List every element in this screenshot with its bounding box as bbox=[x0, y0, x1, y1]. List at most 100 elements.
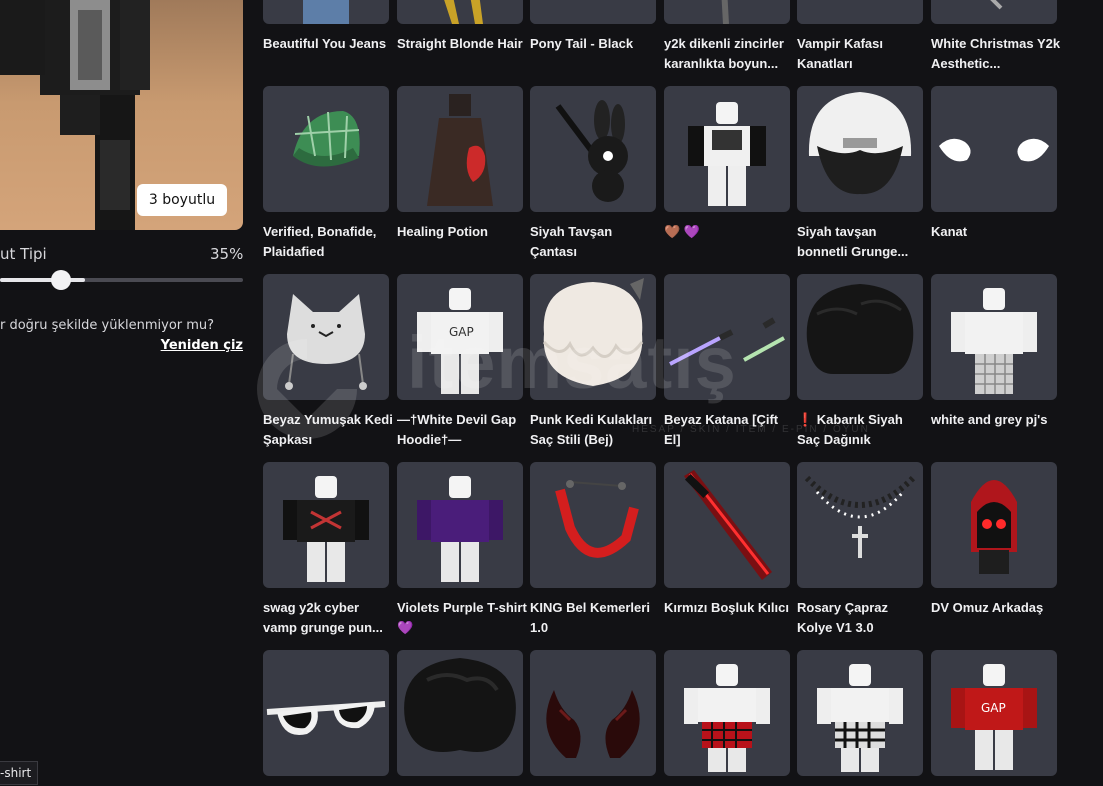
item-card[interactable]: Beyaz Yumuşak Kedi Şapkası bbox=[263, 274, 393, 450]
item-card[interactable]: Beyaz Katana [Çift El] bbox=[664, 274, 790, 450]
item-name[interactable]: Punk Kedi Kulakları Saç Stili (Bej) bbox=[530, 410, 660, 450]
hoodie-icon: GAP bbox=[417, 288, 503, 394]
item-name[interactable]: Pony Tail - Black bbox=[530, 34, 660, 54]
item-name[interactable]: Verified, Bonafide, Plaidafied bbox=[263, 222, 393, 262]
item-name[interactable]: Vampir Kafası Kanatları bbox=[797, 34, 927, 74]
item-card[interactable] bbox=[397, 650, 523, 786]
item-thumbnail[interactable] bbox=[931, 86, 1057, 212]
item-thumbnail[interactable] bbox=[797, 274, 923, 400]
item-thumbnail[interactable] bbox=[263, 86, 389, 212]
item-card[interactable]: ❗ Kabarık Siyah Saç Dağınık bbox=[797, 274, 923, 450]
item-card[interactable]: Punk Kedi Kulakları Saç Stili (Bej) bbox=[530, 274, 656, 450]
item-name[interactable]: Kanat bbox=[931, 222, 1061, 242]
item-name[interactable]: y2k dikenli zincirler karanlıkta boyun..… bbox=[664, 34, 794, 74]
item-name[interactable]: Beyaz Katana [Çift El] bbox=[664, 410, 794, 450]
item-name[interactable]: Beautiful You Jeans bbox=[263, 34, 393, 54]
avatar-preview: 3 boyutlu bbox=[0, 0, 243, 230]
item-card[interactable]: GAP —†White Devil Gap Hoodie†— bbox=[397, 274, 523, 450]
item-name[interactable]: Siyah tavşan bonnetli Grunge... bbox=[797, 222, 927, 262]
item-card[interactable]: Kanat bbox=[931, 86, 1057, 242]
blonde-hair-icon bbox=[444, 0, 483, 24]
item-card[interactable]: Siyah tavşan bonnetli Grunge... bbox=[797, 86, 923, 262]
item-thumbnail[interactable] bbox=[530, 650, 656, 776]
red-plaid-skirt-icon bbox=[684, 664, 770, 772]
item-thumbnail[interactable] bbox=[263, 274, 389, 400]
slider-thumb[interactable] bbox=[50, 270, 71, 290]
item-thumbnail[interactable] bbox=[397, 0, 523, 24]
cat-hat-icon bbox=[285, 294, 367, 390]
item-name[interactable]: Healing Potion bbox=[397, 222, 527, 242]
item-card[interactable]: GAP bbox=[931, 650, 1057, 786]
item-thumbnail[interactable] bbox=[664, 462, 790, 588]
item-thumbnail[interactable] bbox=[530, 86, 656, 212]
item-card[interactable]: KING Bel Kemerleri 1.0 bbox=[530, 462, 656, 638]
item-card[interactable]: Healing Potion bbox=[397, 86, 523, 242]
item-name[interactable]: ❗ Kabarık Siyah Saç Dağınık bbox=[797, 410, 927, 450]
item-name[interactable]: swag y2k cyber vamp grunge pun... bbox=[263, 598, 393, 638]
item-thumbnail[interactable] bbox=[530, 462, 656, 588]
body-type-slider[interactable] bbox=[0, 278, 243, 282]
item-card[interactable] bbox=[664, 650, 790, 786]
item-card[interactable]: swag y2k cyber vamp grunge pun... bbox=[263, 462, 389, 638]
item-name[interactable]: Kırmızı Boşluk Kılıcı bbox=[664, 598, 794, 618]
item-name[interactable]: Rosary Çapraz Kolye V1 3.0 bbox=[797, 598, 927, 638]
redraw-link[interactable]: Yeniden çiz bbox=[161, 338, 243, 353]
bunny-bag-icon bbox=[555, 100, 628, 202]
item-card[interactable]: white and grey pj's bbox=[931, 274, 1057, 430]
item-name[interactable]: 🤎 💜 bbox=[664, 222, 794, 242]
item-thumbnail[interactable] bbox=[797, 0, 923, 24]
item-thumbnail[interactable] bbox=[664, 274, 790, 400]
item-card[interactable]: Siyah Tavşan Çantası bbox=[530, 86, 656, 262]
horns-icon bbox=[546, 690, 640, 758]
item-thumbnail[interactable] bbox=[397, 650, 523, 776]
item-card[interactable]: y2k dikenli zincirler karanlıkta boyun..… bbox=[664, 0, 790, 74]
item-thumbnail[interactable] bbox=[797, 86, 923, 212]
item-card[interactable]: Straight Blonde Hair bbox=[397, 0, 523, 54]
item-thumbnail[interactable] bbox=[263, 462, 389, 588]
item-thumbnail[interactable] bbox=[797, 462, 923, 588]
item-card[interactable] bbox=[263, 650, 389, 786]
item-thumbnail[interactable] bbox=[397, 462, 523, 588]
item-thumbnail[interactable] bbox=[263, 0, 389, 24]
item-thumbnail[interactable]: GAP bbox=[931, 650, 1057, 776]
avatar-shirt-icon bbox=[688, 102, 766, 206]
item-card[interactable]: Pony Tail - Black bbox=[530, 0, 656, 54]
item-thumbnail[interactable] bbox=[664, 86, 790, 212]
item-card[interactable]: Violets Purple T-shirt 💜 bbox=[397, 462, 527, 638]
item-card[interactable]: DV Omuz Arkadaş bbox=[931, 462, 1057, 618]
item-name[interactable]: white and grey pj's bbox=[931, 410, 1061, 430]
item-card[interactable]: Beautiful You Jeans bbox=[263, 0, 389, 54]
cat-ear-hair-icon bbox=[542, 278, 644, 386]
beanie-hair-icon bbox=[808, 92, 912, 195]
item-card[interactable]: Kırmızı Boşluk Kılıcı bbox=[664, 462, 790, 618]
item-name[interactable]: Siyah Tavşan Çantası bbox=[530, 222, 660, 262]
item-card[interactable]: Verified, Bonafide, Plaidafied bbox=[263, 86, 389, 262]
item-thumbnail[interactable] bbox=[931, 274, 1057, 400]
item-card[interactable]: 🤎 💜 bbox=[664, 86, 790, 242]
item-thumbnail[interactable] bbox=[797, 650, 923, 776]
item-name[interactable]: Beyaz Yumuşak Kedi Şapkası bbox=[263, 410, 393, 450]
item-name[interactable]: Straight Blonde Hair bbox=[397, 34, 527, 54]
item-name[interactable]: Violets Purple T-shirt 💜 bbox=[397, 598, 527, 638]
item-thumbnail[interactable] bbox=[263, 650, 389, 776]
item-name[interactable]: —†White Devil Gap Hoodie†— bbox=[397, 410, 527, 450]
item-card[interactable]: White Christmas Y2k Aesthetic... bbox=[931, 0, 1060, 74]
item-thumbnail[interactable] bbox=[530, 274, 656, 400]
item-name[interactable]: KING Bel Kemerleri 1.0 bbox=[530, 598, 660, 638]
item-thumbnail[interactable] bbox=[664, 0, 790, 24]
item-thumbnail[interactable] bbox=[931, 0, 1057, 24]
item-card[interactable] bbox=[797, 650, 923, 786]
item-card[interactable]: Vampir Kafası Kanatları bbox=[797, 0, 923, 74]
grunge-shirt-icon bbox=[283, 476, 369, 582]
item-thumbnail[interactable] bbox=[931, 462, 1057, 588]
svg-text:GAP: GAP bbox=[449, 325, 474, 339]
item-thumbnail[interactable] bbox=[664, 650, 790, 776]
item-thumbnail[interactable] bbox=[530, 0, 656, 24]
item-card[interactable]: Rosary Çapraz Kolye V1 3.0 bbox=[797, 462, 923, 638]
item-name[interactable]: DV Omuz Arkadaş bbox=[931, 598, 1061, 618]
item-card[interactable] bbox=[530, 650, 656, 786]
item-name[interactable]: White Christmas Y2k Aesthetic... bbox=[931, 34, 1061, 74]
item-thumbnail[interactable] bbox=[397, 86, 523, 212]
view-3d-button[interactable]: 3 boyutlu bbox=[137, 184, 227, 216]
item-thumbnail[interactable]: GAP bbox=[397, 274, 523, 400]
